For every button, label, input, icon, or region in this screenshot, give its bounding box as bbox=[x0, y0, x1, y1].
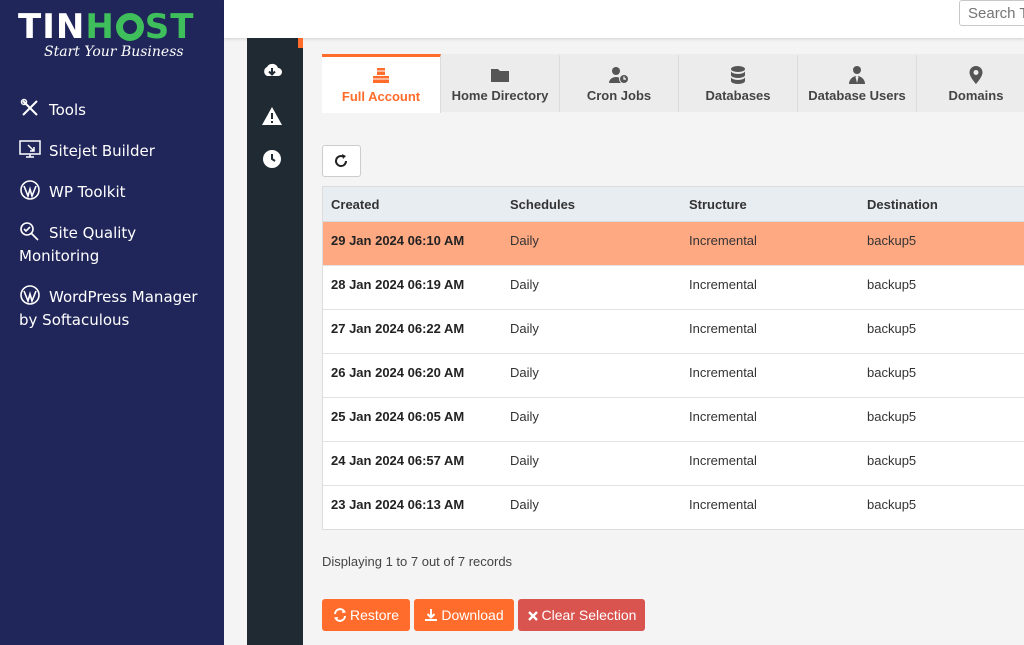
sidebar-item-label: Sitejet Builder bbox=[49, 142, 155, 160]
backups-table: Created Schedules Structure Destination … bbox=[322, 186, 1024, 530]
restore-label: Restore bbox=[349, 607, 400, 623]
cell-destination: backup5 bbox=[867, 277, 917, 292]
sidebar-item-wordpress-manager[interactable]: WordPress Manager by Softaculous bbox=[19, 285, 219, 332]
cell-created: 28 Jan 2024 06:19 AM bbox=[331, 277, 465, 292]
cell-structure: Incremental bbox=[689, 233, 757, 248]
clear-selection-label: Clear Selection bbox=[541, 607, 637, 623]
cell-destination: backup5 bbox=[867, 321, 917, 336]
wordpress-icon bbox=[19, 180, 41, 200]
cell-schedule: Daily bbox=[510, 321, 539, 336]
download-button[interactable]: Download bbox=[414, 599, 514, 631]
table-row[interactable]: 26 Jan 2024 06:20 AM Daily Incremental b… bbox=[323, 354, 1024, 398]
warning-icon[interactable] bbox=[261, 105, 283, 127]
icon-rail bbox=[247, 38, 303, 645]
cell-created: 23 Jan 2024 06:13 AM bbox=[331, 497, 465, 512]
tab-label: Databases bbox=[705, 88, 771, 103]
sidebar-item-tools[interactable]: Tools bbox=[19, 98, 219, 122]
restore-icon bbox=[333, 608, 346, 622]
refresh-button[interactable] bbox=[322, 145, 361, 177]
left-sidebar: TINH ST Start Your Business Tools Sitejet… bbox=[0, 0, 224, 645]
cell-schedule: Daily bbox=[510, 233, 539, 248]
table-row[interactable]: 28 Jan 2024 06:19 AM Daily Incremental b… bbox=[323, 266, 1024, 310]
tools-icon bbox=[19, 98, 41, 118]
restore-button[interactable]: Restore bbox=[322, 599, 410, 631]
sidebar-nav: Tools Sitejet Builder WP Toolkit Site Qu… bbox=[19, 98, 219, 349]
cell-structure: Incremental bbox=[689, 409, 757, 424]
logo-wordmark: TINH ST bbox=[18, 7, 195, 47]
logo-o-cloud-icon bbox=[115, 13, 144, 41]
tab-cron-jobs[interactable]: Cron Jobs bbox=[560, 54, 679, 112]
cell-structure: Incremental bbox=[689, 365, 757, 380]
cell-destination: backup5 bbox=[867, 453, 917, 468]
tab-label: Cron Jobs bbox=[586, 88, 652, 103]
column-header-schedules[interactable]: Schedules bbox=[510, 197, 575, 212]
cell-structure: Incremental bbox=[689, 321, 757, 336]
table-row[interactable]: 23 Jan 2024 06:13 AM Daily Incremental b… bbox=[323, 486, 1024, 529]
cloud-download-icon[interactable] bbox=[261, 60, 283, 82]
cell-created: 25 Jan 2024 06:05 AM bbox=[331, 409, 465, 424]
user-clock-icon bbox=[609, 67, 629, 84]
map-marker-icon bbox=[969, 66, 983, 84]
cell-created: 26 Jan 2024 06:20 AM bbox=[331, 365, 465, 380]
tab-database-users[interactable]: Database Users bbox=[798, 54, 917, 112]
sitejet-icon bbox=[19, 139, 41, 159]
close-icon bbox=[527, 611, 538, 621]
logo-tagline: Start Your Business bbox=[44, 44, 184, 60]
sidebar-item-site-quality[interactable]: Site Quality Monitoring bbox=[19, 221, 219, 268]
cell-schedule: Daily bbox=[510, 365, 539, 380]
tab-label: Database Users bbox=[808, 88, 906, 103]
table-row[interactable]: 29 Jan 2024 06:10 AM Daily Incremental b… bbox=[323, 222, 1024, 266]
tab-label: Home Directory bbox=[451, 88, 549, 103]
tab-home-directory[interactable]: Home Directory bbox=[441, 54, 560, 112]
cell-destination: backup5 bbox=[867, 365, 917, 380]
tab-domains[interactable]: Domains bbox=[917, 54, 1024, 112]
sidebar-item-label: WP Toolkit bbox=[49, 183, 126, 201]
table-row[interactable]: 27 Jan 2024 06:22 AM Daily Incremental b… bbox=[323, 310, 1024, 354]
sidebar-item-wp-toolkit[interactable]: WP Toolkit bbox=[19, 180, 219, 204]
column-header-structure[interactable]: Structure bbox=[689, 197, 747, 212]
folder-icon bbox=[491, 69, 509, 82]
search-input[interactable] bbox=[959, 0, 1024, 26]
download-label: Download bbox=[441, 607, 504, 623]
top-bar bbox=[224, 0, 1024, 38]
sidebar-item-label: WordPress Manager by Softaculous bbox=[19, 288, 198, 329]
records-count: Displaying 1 to 7 out of 7 records bbox=[322, 554, 513, 569]
site-quality-icon bbox=[19, 221, 41, 241]
user-tie-icon bbox=[849, 66, 865, 84]
download-icon bbox=[425, 609, 438, 621]
clock-icon[interactable] bbox=[261, 148, 283, 170]
table-row[interactable]: 24 Jan 2024 06:57 AM Daily Incremental b… bbox=[323, 442, 1024, 486]
tab-label: Full Account bbox=[341, 89, 421, 104]
cell-structure: Incremental bbox=[689, 497, 757, 512]
cell-schedule: Daily bbox=[510, 277, 539, 292]
cell-destination: backup5 bbox=[867, 233, 917, 248]
rail-active-indicator bbox=[298, 38, 303, 48]
table-row[interactable]: 25 Jan 2024 06:05 AM Daily Incremental b… bbox=[323, 398, 1024, 442]
sidebar-item-label: Tools bbox=[49, 101, 86, 119]
tinohost-logo[interactable]: TINH ST Start Your Business bbox=[18, 8, 208, 60]
database-icon bbox=[731, 66, 745, 84]
cell-schedule: Daily bbox=[510, 497, 539, 512]
clear-selection-button[interactable]: Clear Selection bbox=[518, 599, 645, 631]
refresh-icon bbox=[335, 154, 348, 167]
table-header: Created Schedules Structure Destination bbox=[323, 187, 1024, 222]
cell-created: 24 Jan 2024 06:57 AM bbox=[331, 453, 465, 468]
cell-structure: Incremental bbox=[689, 453, 757, 468]
tab-databases[interactable]: Databases bbox=[679, 54, 798, 112]
cell-schedule: Daily bbox=[510, 409, 539, 424]
sidebar-item-sitejet[interactable]: Sitejet Builder bbox=[19, 139, 219, 163]
cell-created: 27 Jan 2024 06:22 AM bbox=[331, 321, 465, 336]
cell-structure: Incremental bbox=[689, 277, 757, 292]
wordpress-icon bbox=[19, 285, 41, 305]
column-header-destination[interactable]: Destination bbox=[867, 197, 938, 212]
column-header-created[interactable]: Created bbox=[331, 197, 379, 212]
cell-destination: backup5 bbox=[867, 497, 917, 512]
tab-label: Domains bbox=[948, 88, 1004, 103]
cell-schedule: Daily bbox=[510, 453, 539, 468]
cubes-icon bbox=[373, 68, 389, 83]
cell-destination: backup5 bbox=[867, 409, 917, 424]
backup-type-tabs: Full Account Home Directory Cron Jobs Da… bbox=[322, 54, 1024, 113]
tab-full-account[interactable]: Full Account bbox=[322, 54, 441, 113]
cell-created: 29 Jan 2024 06:10 AM bbox=[331, 233, 465, 248]
